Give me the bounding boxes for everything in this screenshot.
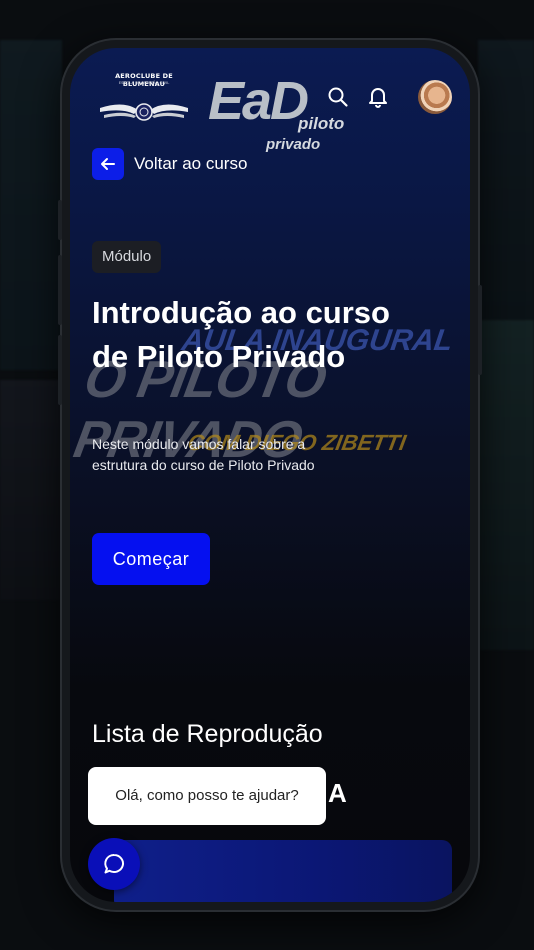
chat-prompt-bubble[interactable]: Olá, como posso te ajudar? <box>88 767 326 825</box>
ead-logo: EaD <box>208 70 309 132</box>
bg-thumbnail <box>0 380 62 600</box>
module-description: Neste módulo vamos falar sobre a estrutu… <box>92 436 315 473</box>
bg-thumbnail <box>478 320 534 650</box>
ead-logo-piloto: piloto <box>298 114 345 133</box>
search-button[interactable] <box>325 84 351 110</box>
notifications-button[interactable] <box>365 83 391 109</box>
phone-side-button <box>478 285 482 375</box>
ead-logo-privado: privado <box>266 136 321 153</box>
phone-side-button <box>58 200 62 240</box>
app-screen: AEROCLUBE DE BLUMENAU ESCOLA DE AVIAÇÃO … <box>70 48 470 902</box>
chat-bubble-icon <box>104 853 125 874</box>
ead-logo-text: EaD <box>208 71 309 131</box>
back-label: Voltar ao curso <box>134 154 248 173</box>
playlist-item-card[interactable] <box>114 840 452 902</box>
playlist-title: Lista de Reprodução <box>92 720 323 748</box>
module-tag: Módulo <box>92 241 162 273</box>
back-to-course-button[interactable]: Voltar ao curso <box>92 148 247 180</box>
bell-icon <box>369 88 387 108</box>
search-icon <box>328 87 348 107</box>
phone-frame: AEROCLUBE DE BLUMENAU ESCOLA DE AVIAÇÃO … <box>58 40 482 910</box>
arrow-left-icon <box>101 158 115 170</box>
bg-thumbnail <box>0 40 62 370</box>
start-button[interactable]: Começar <box>92 533 210 585</box>
phone-side-button <box>58 335 62 405</box>
bg-thumbnail <box>478 40 534 320</box>
playlist-heading-peek: A <box>328 778 347 808</box>
avatar[interactable] <box>418 80 452 114</box>
back-button-square <box>92 148 124 180</box>
chat-button[interactable] <box>88 838 140 890</box>
club-subtitle: ESCOLA DE AVIAÇÃO CIVIL <box>118 80 170 85</box>
phone-side-button <box>58 255 62 325</box>
module-title: Introdução ao curso de Piloto Privado <box>92 295 390 374</box>
